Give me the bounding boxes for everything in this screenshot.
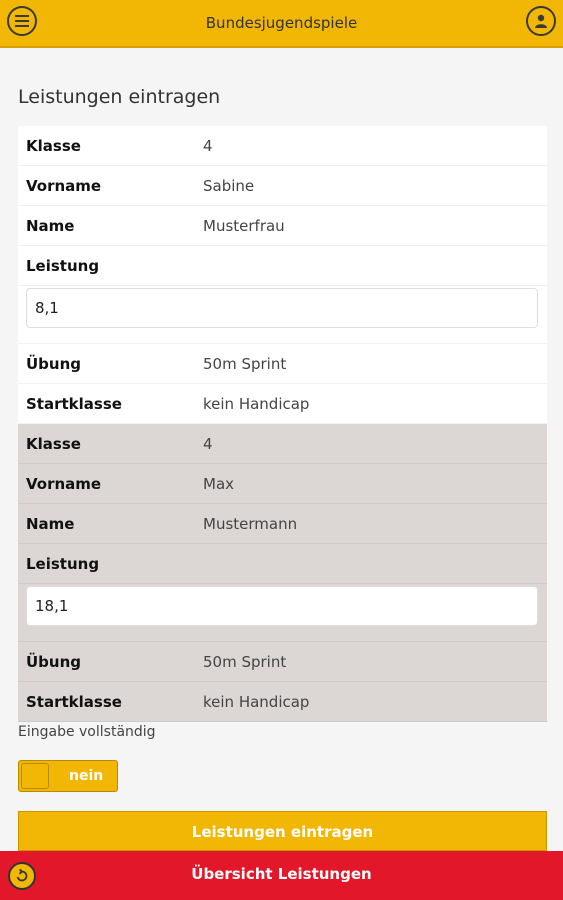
name-value: Mustermann	[203, 514, 298, 533]
vorname-label: Vorname	[26, 474, 102, 493]
klasse-value: 4	[203, 434, 213, 453]
uebung-label: Übung	[26, 652, 82, 671]
leistung-input-row	[18, 286, 547, 344]
toggle-label: nein	[69, 768, 104, 784]
name-value: Musterfrau	[203, 216, 285, 235]
page-title: Leistungen eintragen	[18, 86, 221, 108]
leistung-input[interactable]	[26, 586, 538, 626]
row-name: Name Mustermann	[18, 504, 547, 544]
footer-title[interactable]: Übersicht Leistungen	[0, 865, 563, 883]
record-card: Klasse 4 Vorname Max Name Mustermann Lei…	[18, 424, 547, 722]
leistung-label: Leistung	[26, 256, 100, 275]
toggle-knob[interactable]	[21, 763, 49, 789]
row-klasse: Klasse 4	[18, 424, 547, 464]
name-label: Name	[26, 216, 75, 235]
row-vorname: Vorname Sabine	[18, 166, 547, 206]
row-vorname: Vorname Max	[18, 464, 547, 504]
klasse-label: Klasse	[26, 136, 81, 155]
row-leistung-label: Leistung	[18, 246, 547, 286]
startklasse-value: kein Handicap	[203, 692, 310, 711]
klasse-value: 4	[203, 136, 213, 155]
startklasse-label: Startklasse	[26, 692, 122, 711]
uebung-label: Übung	[26, 354, 82, 373]
row-name: Name Musterfrau	[18, 206, 547, 246]
row-uebung: Übung 50m Sprint	[18, 642, 547, 682]
vorname-value: Sabine	[203, 176, 255, 195]
user-icon	[535, 14, 547, 28]
app-header: Bundesjugendspiele	[0, 0, 563, 48]
vorname-value: Max	[203, 474, 235, 493]
vorname-label: Vorname	[26, 176, 102, 195]
completion-toggle[interactable]: nein	[18, 760, 118, 792]
startklasse-label: Startklasse	[26, 394, 122, 413]
submit-button[interactable]: Leistungen eintragen	[18, 811, 547, 851]
row-leistung-label: Leistung	[18, 544, 547, 584]
user-button[interactable]	[526, 6, 556, 36]
uebung-value: 50m Sprint	[203, 652, 287, 671]
record-card: Klasse 4 Vorname Sabine Name Musterfrau …	[18, 126, 547, 424]
startklasse-value: kein Handicap	[203, 394, 310, 413]
name-label: Name	[26, 514, 75, 533]
row-startklasse: Startklasse kein Handicap	[18, 682, 547, 722]
row-klasse: Klasse 4	[18, 126, 547, 166]
uebung-value: 50m Sprint	[203, 354, 287, 373]
completion-label: Eingabe vollständig	[18, 724, 156, 740]
footer-bar[interactable]: Übersicht Leistungen	[0, 851, 563, 900]
leistung-input-row	[18, 584, 547, 642]
leistung-input[interactable]	[26, 288, 538, 328]
app-title: Bundesjugendspiele	[205, 14, 358, 32]
klasse-label: Klasse	[26, 434, 81, 453]
row-uebung: Übung 50m Sprint	[18, 344, 547, 384]
leistung-label: Leistung	[26, 554, 100, 573]
row-startklasse: Startklasse kein Handicap	[18, 384, 547, 424]
